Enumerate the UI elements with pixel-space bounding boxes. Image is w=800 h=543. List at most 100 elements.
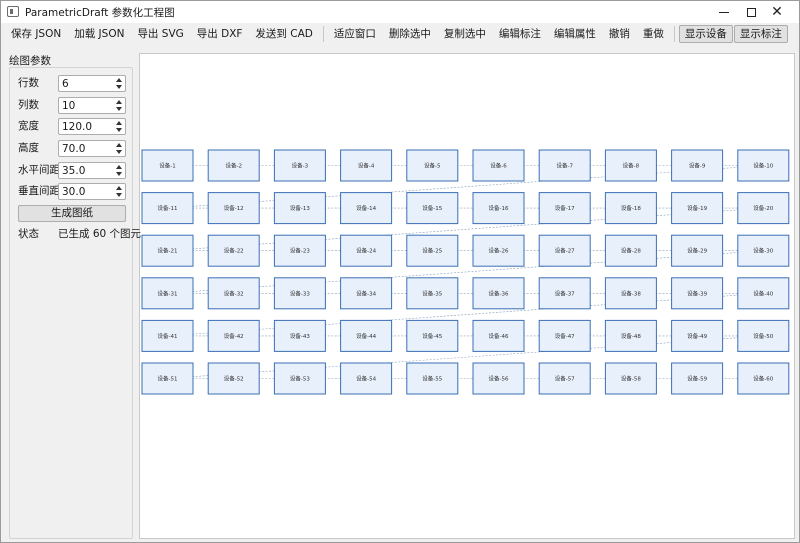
device-20[interactable]: 设备-20 — [737, 192, 790, 225]
drawing-svg[interactable]: 设备-1 设备-2 设备-3 设备-4 设备-5 设备-6 设备-7 设备-8 设备-9 设备-1… — [140, 54, 795, 539]
device-14[interactable]: 设备-14 — [340, 192, 393, 225]
device-39[interactable]: 设备-39 — [671, 277, 724, 310]
param-value-v-spacing[interactable]: 30.0 — [62, 185, 85, 199]
param-value-width[interactable]: 120.0 — [62, 120, 92, 134]
device-34[interactable]: 设备-34 — [340, 277, 393, 310]
device-50[interactable]: 设备-50 — [737, 319, 790, 352]
device-12[interactable]: 设备-12 — [207, 192, 260, 225]
param-spinbox-columns[interactable]: 10 — [58, 97, 126, 114]
spin-up-icon[interactable] — [116, 78, 122, 82]
device-2[interactable]: 设备-2 — [207, 149, 260, 182]
device-57[interactable]: 设备-57 — [538, 362, 591, 395]
copy-selected-button[interactable]: 复制选中 — [438, 25, 492, 43]
param-value-rows[interactable]: 6 — [62, 77, 69, 91]
device-23[interactable]: 设备-23 — [273, 234, 326, 267]
param-spinbox-width[interactable]: 120.0 — [58, 118, 126, 135]
device-3[interactable]: 设备-3 — [273, 149, 326, 182]
device-9[interactable]: 设备-9 — [671, 149, 724, 182]
device-32[interactable]: 设备-32 — [207, 277, 260, 310]
device-1[interactable]: 设备-1 — [141, 149, 194, 182]
drawing-canvas[interactable]: 设备-1 设备-2 设备-3 设备-4 设备-5 设备-6 设备-7 设备-8 设备-9 设备-1… — [139, 53, 795, 539]
export-dxf-button[interactable]: 导出 DXF — [191, 25, 249, 43]
device-25[interactable]: 设备-25 — [406, 234, 459, 267]
device-51[interactable]: 设备-51 — [141, 362, 194, 395]
delete-selected-button[interactable]: 删除选中 — [383, 25, 437, 43]
device-5[interactable]: 设备-5 — [406, 149, 459, 182]
generate-drawing-button[interactable]: 生成图纸 — [18, 205, 126, 222]
device-10[interactable]: 设备-10 — [737, 149, 790, 182]
spin-down-icon[interactable] — [116, 193, 122, 197]
spin-up-icon[interactable] — [116, 100, 122, 104]
device-43[interactable]: 设备-43 — [273, 319, 326, 352]
param-spinbox-rows[interactable]: 6 — [58, 75, 126, 92]
device-24[interactable]: 设备-24 — [340, 234, 393, 267]
device-26[interactable]: 设备-26 — [472, 234, 525, 267]
device-54[interactable]: 设备-54 — [340, 362, 393, 395]
spin-down-icon[interactable] — [116, 150, 122, 154]
param-spinbox-v-spacing[interactable]: 30.0 — [58, 183, 126, 200]
param-spinbox-h-spacing[interactable]: 35.0 — [58, 162, 126, 179]
show-annotations-toggle[interactable]: 显示标注 — [733, 25, 788, 43]
device-36[interactable]: 设备-36 — [472, 277, 525, 310]
export-svg-button[interactable]: 导出 SVG — [131, 25, 189, 43]
param-spinbox-height[interactable]: 70.0 — [58, 140, 126, 157]
edit-properties-button[interactable]: 编辑属性 — [548, 25, 602, 43]
close-button[interactable]: ✕ — [754, 1, 800, 23]
device-52[interactable]: 设备-52 — [207, 362, 260, 395]
device-16[interactable]: 设备-16 — [472, 192, 525, 225]
device-7[interactable]: 设备-7 — [538, 149, 591, 182]
device-59[interactable]: 设备-59 — [671, 362, 724, 395]
spin-up-icon[interactable] — [116, 165, 122, 169]
device-27[interactable]: 设备-27 — [538, 234, 591, 267]
device-45[interactable]: 设备-45 — [406, 319, 459, 352]
device-11[interactable]: 设备-11 — [141, 192, 194, 225]
device-38[interactable]: 设备-38 — [604, 277, 657, 310]
device-31[interactable]: 设备-31 — [141, 277, 194, 310]
device-56[interactable]: 设备-56 — [472, 362, 525, 395]
device-4[interactable]: 设备-4 — [340, 149, 393, 182]
param-value-height[interactable]: 70.0 — [62, 142, 85, 156]
device-42[interactable]: 设备-42 — [207, 319, 260, 352]
device-13[interactable]: 设备-13 — [273, 192, 326, 225]
device-17[interactable]: 设备-17 — [538, 192, 591, 225]
spin-up-icon[interactable] — [116, 186, 122, 190]
device-22[interactable]: 设备-22 — [207, 234, 260, 267]
device-55[interactable]: 设备-55 — [406, 362, 459, 395]
device-30[interactable]: 设备-30 — [737, 234, 790, 267]
device-41[interactable]: 设备-41 — [141, 319, 194, 352]
device-44[interactable]: 设备-44 — [340, 319, 393, 352]
device-53[interactable]: 设备-53 — [273, 362, 326, 395]
device-21[interactable]: 设备-21 — [141, 234, 194, 267]
spin-down-icon[interactable] — [116, 85, 122, 89]
device-37[interactable]: 设备-37 — [538, 277, 591, 310]
load-json-button[interactable]: 加载 JSON — [68, 25, 130, 43]
param-value-h-spacing[interactable]: 35.0 — [62, 164, 85, 178]
device-19[interactable]: 设备-19 — [671, 192, 724, 225]
spin-up-icon[interactable] — [116, 143, 122, 147]
spin-down-icon[interactable] — [116, 107, 122, 111]
device-58[interactable]: 设备-58 — [604, 362, 657, 395]
spin-down-icon[interactable] — [116, 128, 122, 132]
param-value-columns[interactable]: 10 — [62, 99, 75, 113]
edit-annotation-button[interactable]: 编辑标注 — [493, 25, 547, 43]
device-6[interactable]: 设备-6 — [472, 149, 525, 182]
device-28[interactable]: 设备-28 — [604, 234, 657, 267]
send-to-cad-button[interactable]: 发送到 CAD — [249, 25, 318, 43]
device-18[interactable]: 设备-18 — [604, 192, 657, 225]
device-35[interactable]: 设备-35 — [406, 277, 459, 310]
spin-down-icon[interactable] — [116, 172, 122, 176]
device-49[interactable]: 设备-49 — [671, 319, 724, 352]
device-47[interactable]: 设备-47 — [538, 319, 591, 352]
device-40[interactable]: 设备-40 — [737, 277, 790, 310]
device-48[interactable]: 设备-48 — [604, 319, 657, 352]
device-8[interactable]: 设备-8 — [604, 149, 657, 182]
undo-button[interactable]: 撤销 — [603, 25, 636, 43]
device-46[interactable]: 设备-46 — [472, 319, 525, 352]
save-json-button[interactable]: 保存 JSON — [5, 25, 67, 43]
device-29[interactable]: 设备-29 — [671, 234, 724, 267]
spin-up-icon[interactable] — [116, 121, 122, 125]
fit-window-button[interactable]: 适应窗口 — [328, 25, 382, 43]
show-devices-toggle[interactable]: 显示设备 — [678, 25, 733, 43]
redo-button[interactable]: 重做 — [637, 25, 670, 43]
device-60[interactable]: 设备-60 — [737, 362, 790, 395]
